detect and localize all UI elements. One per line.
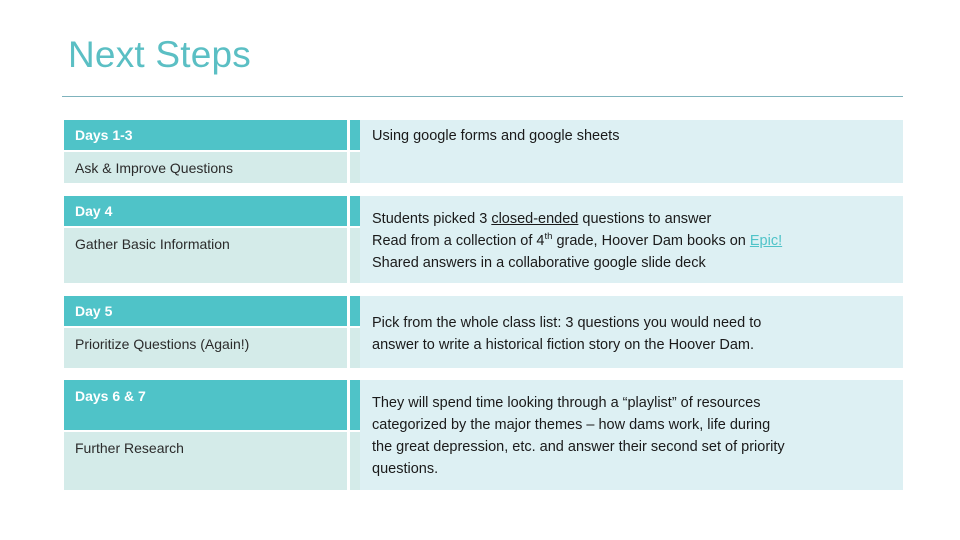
detail-panel: Students picked 3 closed-ended questions… xyxy=(360,196,903,283)
detail-text: questions. xyxy=(372,461,439,477)
emphasized-text: closed-ended xyxy=(491,211,579,227)
detail-text: the great depression, etc. and answer th… xyxy=(372,439,785,455)
detail-text: Students picked 3 xyxy=(372,211,492,227)
detail-text: grade, Hoover Dam books on xyxy=(552,233,750,249)
accent-bottom xyxy=(350,328,360,368)
accent-strip xyxy=(350,196,360,283)
table-row: Days 6 & 7 Further Research They will sp… xyxy=(64,380,903,490)
next-steps-table: Days 1-3 Ask & Improve Questions Using g… xyxy=(64,120,903,490)
phase-header: Days 1-3 xyxy=(64,120,347,150)
detail-column: Students picked 3 closed-ended questions… xyxy=(350,196,903,283)
phase-column: Days 6 & 7 Further Research xyxy=(64,380,347,490)
title-divider xyxy=(62,96,903,97)
accent-strip xyxy=(350,120,360,183)
phase-header: Days 6 & 7 xyxy=(64,380,347,430)
detail-text: Read from a collection of 4 xyxy=(372,233,545,249)
detail-line: Using google forms and google sheets xyxy=(372,125,893,147)
detail-text: answer to write a historical fiction sto… xyxy=(372,337,754,353)
detail-text: questions to answer xyxy=(578,211,712,227)
detail-column: Pick from the whole class list: 3 questi… xyxy=(350,296,903,368)
accent-top xyxy=(350,196,360,226)
phase-header: Day 4 xyxy=(64,196,347,226)
detail-line: They will spend time looking through a “… xyxy=(372,392,893,414)
table-row: Day 5 Prioritize Questions (Again!) Pick… xyxy=(64,296,903,368)
page-title: Next Steps xyxy=(68,34,251,75)
detail-line: categorized by the major themes – how da… xyxy=(372,414,893,436)
table-row: Day 4 Gather Basic Information Students … xyxy=(64,196,903,283)
row-spacer xyxy=(64,283,903,296)
phase-task: Ask & Improve Questions xyxy=(64,152,347,183)
detail-text: Using google forms and google sheets xyxy=(372,128,620,144)
detail-column: They will spend time looking through a “… xyxy=(350,380,903,490)
row-spacer xyxy=(64,183,903,196)
detail-panel: Pick from the whole class list: 3 questi… xyxy=(360,296,903,368)
detail-panel: Using google forms and google sheets xyxy=(360,120,903,183)
accent-strip xyxy=(350,380,360,490)
table-row: Days 1-3 Ask & Improve Questions Using g… xyxy=(64,120,903,183)
phase-header: Day 5 xyxy=(64,296,347,326)
phase-task: Gather Basic Information xyxy=(64,228,347,283)
row-spacer xyxy=(64,368,903,380)
accent-bottom xyxy=(350,432,360,490)
detail-line: Students picked 3 closed-ended questions… xyxy=(372,208,893,230)
phase-column: Day 4 Gather Basic Information xyxy=(64,196,347,283)
accent-top xyxy=(350,120,360,150)
detail-panel: They will spend time looking through a “… xyxy=(360,380,903,490)
accent-top xyxy=(350,380,360,430)
detail-line: questions. xyxy=(372,458,893,480)
accent-bottom xyxy=(350,152,360,183)
detail-line: Read from a collection of 4th grade, Hoo… xyxy=(372,230,893,252)
phase-task: Further Research xyxy=(64,432,347,490)
slide-canvas: Next Steps Days 1-3 Ask & Improve Questi… xyxy=(0,0,960,540)
detail-column: Using google forms and google sheets xyxy=(350,120,903,183)
detail-text: Shared answers in a collaborative google… xyxy=(372,255,706,271)
detail-line: the great depression, etc. and answer th… xyxy=(372,436,893,458)
phase-column: Days 1-3 Ask & Improve Questions xyxy=(64,120,347,183)
detail-text: Pick from the whole class list: 3 questi… xyxy=(372,315,762,331)
phase-column: Day 5 Prioritize Questions (Again!) xyxy=(64,296,347,368)
detail-line: Shared answers in a collaborative google… xyxy=(372,252,893,274)
detail-line: Pick from the whole class list: 3 questi… xyxy=(372,312,893,334)
accent-top xyxy=(350,296,360,326)
detail-text: They will spend time looking through a “… xyxy=(372,395,761,411)
accent-bottom xyxy=(350,228,360,283)
detail-text: categorized by the major themes – how da… xyxy=(372,417,771,433)
detail-link[interactable]: Epic! xyxy=(750,233,782,249)
accent-strip xyxy=(350,296,360,368)
phase-task: Prioritize Questions (Again!) xyxy=(64,328,347,368)
detail-line: answer to write a historical fiction sto… xyxy=(372,334,893,356)
